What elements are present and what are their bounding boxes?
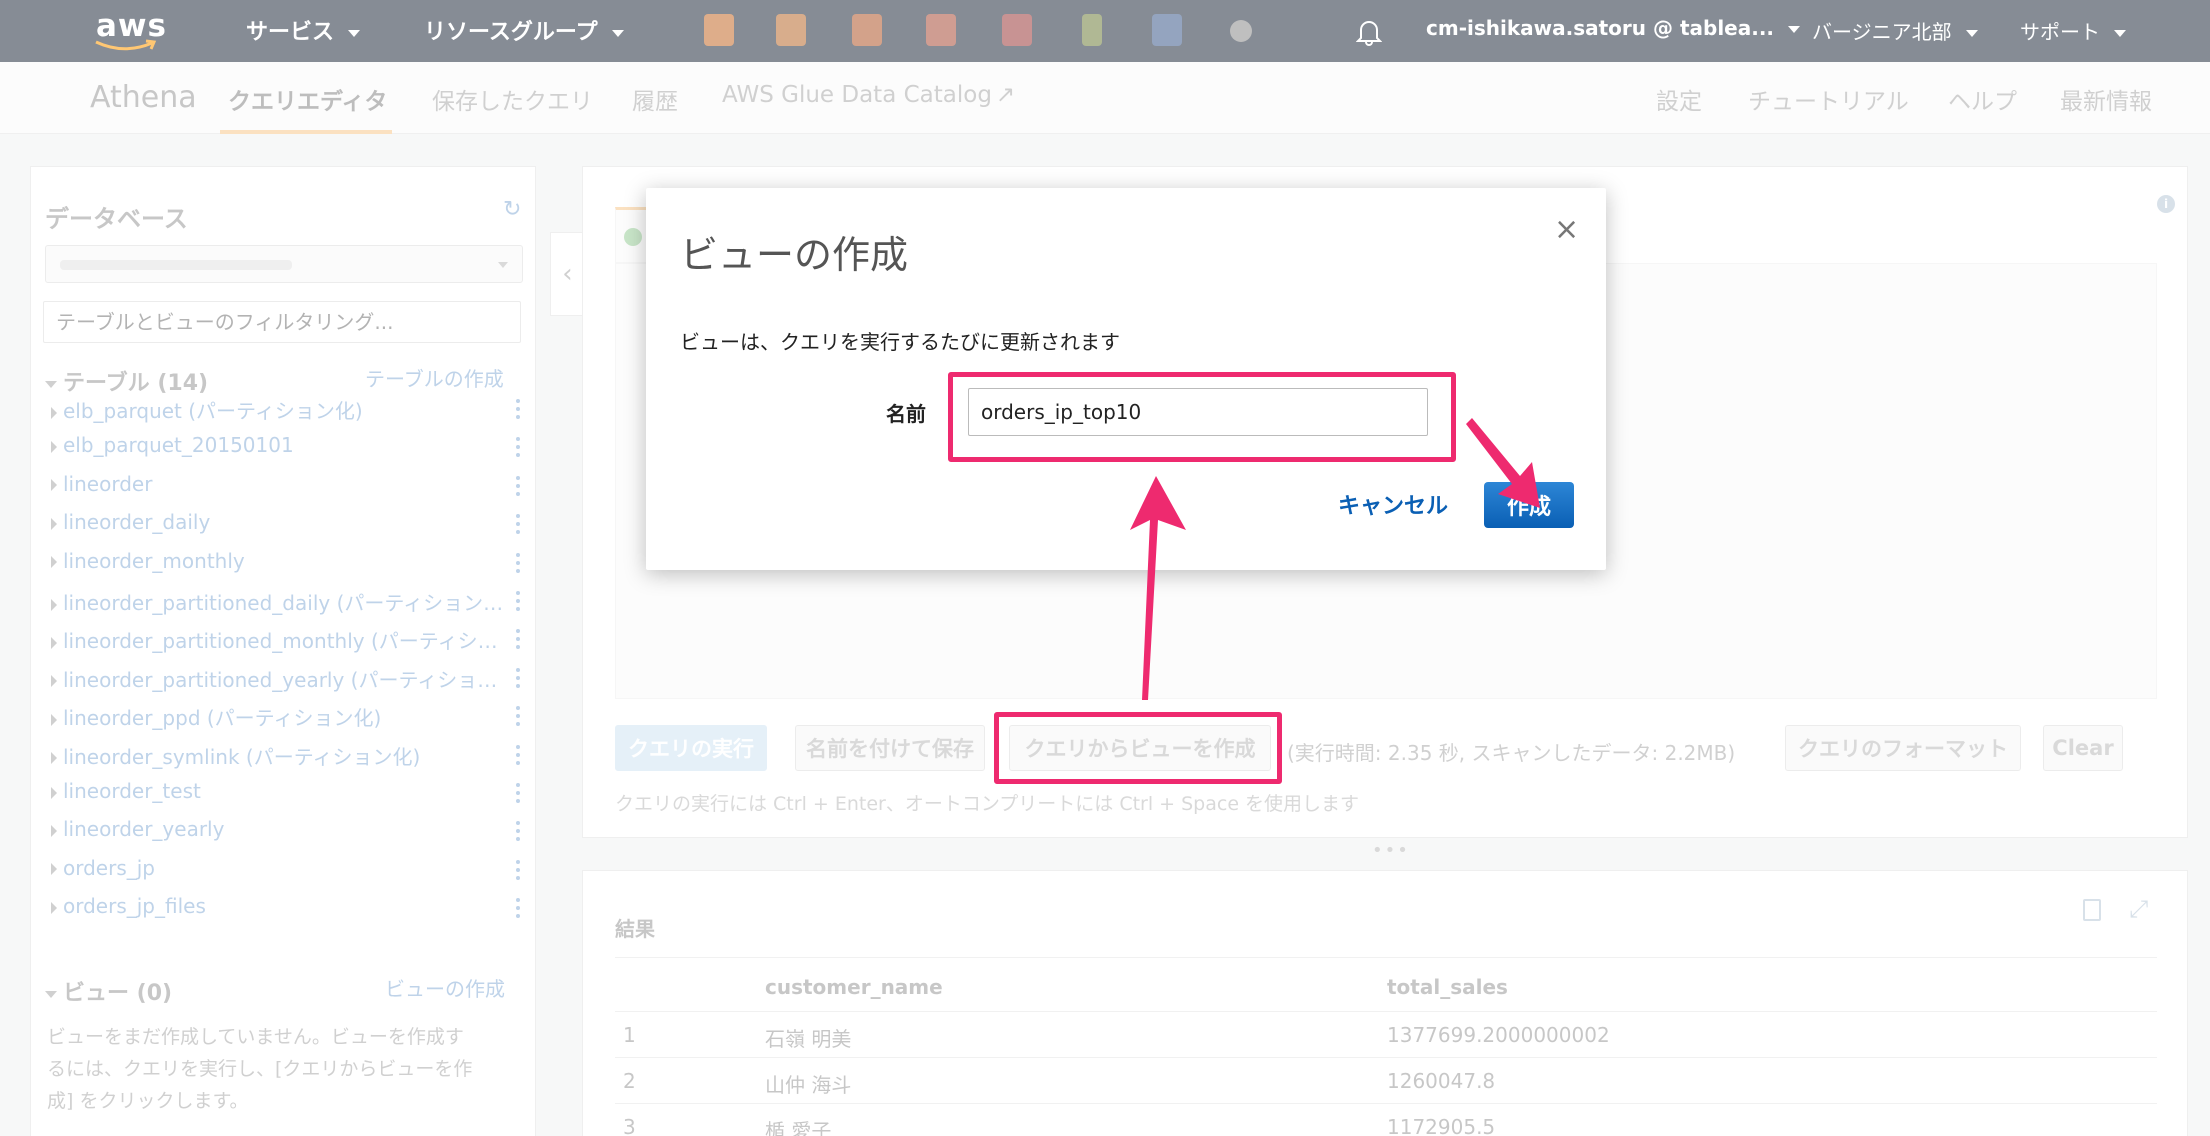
arrow-up-icon	[1130, 476, 1186, 700]
annotation-arrows	[1130, 418, 1540, 700]
arrow-diagonal-icon	[1466, 418, 1540, 508]
